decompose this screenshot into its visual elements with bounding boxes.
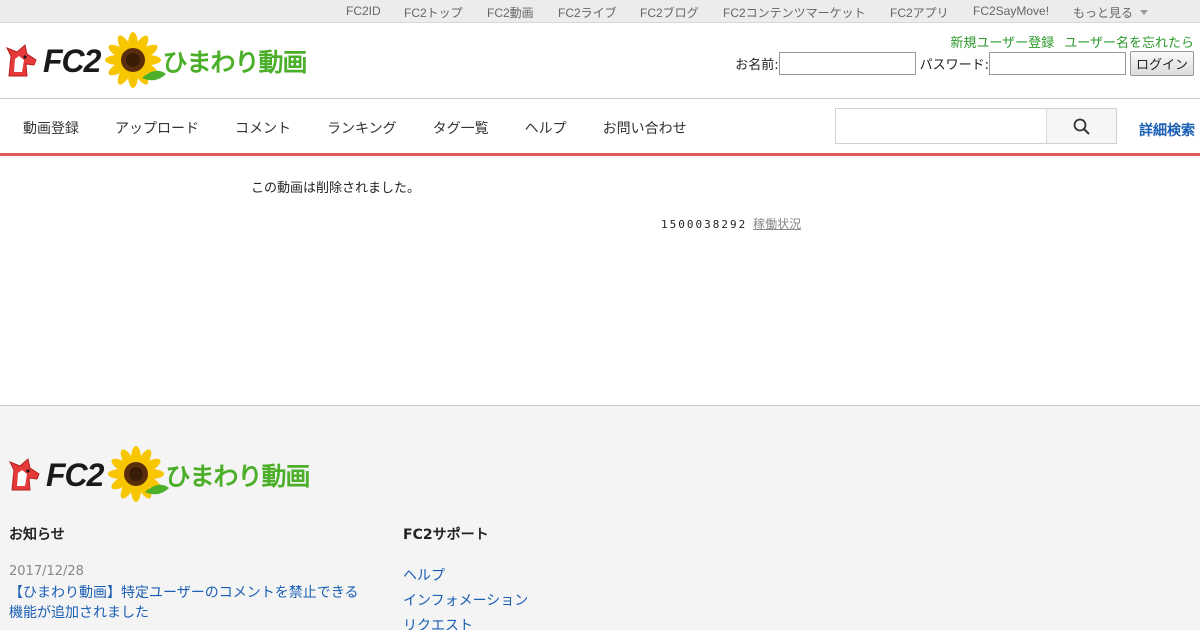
- support-link-request[interactable]: リクエスト: [403, 614, 528, 630]
- news-date: 2017/12/28: [9, 564, 84, 579]
- main-content: この動画は削除されました。 1500038292 稼働状況: [0, 156, 1200, 406]
- topbar-link-fc2blog[interactable]: FC2ブログ: [640, 4, 699, 21]
- topbar-link-fc2top[interactable]: FC2トップ: [404, 4, 463, 21]
- fc2-unicorn-icon: [5, 44, 37, 77]
- password-input[interactable]: [988, 52, 1126, 75]
- nav-item-upload[interactable]: アップロード: [115, 118, 199, 138]
- search-input[interactable]: [836, 109, 1046, 143]
- fc2-unicorn-icon: [8, 458, 40, 491]
- login-button[interactable]: ログイン: [1129, 51, 1194, 76]
- footer-logo[interactable]: FC2 ひまわり動画: [8, 446, 310, 504]
- account-links: 新規ユーザー登録 ユーザー名を忘れたら: [944, 32, 1194, 51]
- topbar-link-fc2saymove[interactable]: FC2SayMove!: [973, 4, 1049, 18]
- nav-item-register-video[interactable]: 動画登録: [23, 118, 79, 138]
- topbar-link-fc2live[interactable]: FC2ライブ: [558, 4, 617, 21]
- fc2-service-bar: FC2ID FC2トップ FC2動画 FC2ライブ FC2ブログ FC2コンテン…: [0, 0, 1200, 23]
- site-logo[interactable]: FC2 ひまわり動画: [5, 32, 307, 90]
- name-label: お名前:: [735, 58, 779, 73]
- topbar-link-fc2app[interactable]: FC2アプリ: [890, 4, 949, 21]
- news-item-link[interactable]: 【ひまわり動画】特定ユーザーのコメントを禁止できる機能が追加されました: [9, 583, 369, 623]
- site-name-text: ひまわり動画: [165, 462, 310, 491]
- video-deleted-message: この動画は削除されました。: [251, 181, 421, 196]
- search-icon: [1073, 118, 1090, 135]
- password-label: パスワード:: [919, 58, 989, 73]
- search-button[interactable]: [1046, 109, 1116, 143]
- site-header: FC2 ひまわり動画 新規ユーザー登録 ユーザー名を忘れたら お名前: パスワー…: [0, 23, 1200, 99]
- sunflower-icon: [105, 32, 167, 88]
- fc2-logo: FC2: [8, 456, 104, 494]
- status-link[interactable]: 稼働状況: [753, 217, 801, 231]
- support-link-help[interactable]: ヘルプ: [403, 564, 528, 589]
- support-links: ヘルプ インフォメーション リクエスト: [403, 564, 528, 630]
- login-form: お名前: パスワード: ログイン: [735, 51, 1194, 76]
- more-label: もっと見る: [1073, 6, 1134, 20]
- nav-item-help[interactable]: ヘルプ: [525, 118, 567, 138]
- register-link[interactable]: 新規ユーザー登録: [950, 36, 1054, 51]
- topbar-more-dropdown[interactable]: もっと見る: [1073, 4, 1149, 21]
- sunflower-icon: [108, 446, 170, 502]
- support-link-information[interactable]: インフォメーション: [403, 589, 528, 614]
- fc2-logo: FC2: [5, 42, 101, 80]
- username-input[interactable]: [778, 52, 916, 75]
- topbar-link-fc2video[interactable]: FC2動画: [487, 4, 534, 21]
- fc2-brand-text: FC2: [46, 456, 104, 493]
- server-status: 1500038292 稼働状況: [661, 215, 801, 232]
- site-name-text: ひまわり動画: [162, 48, 307, 77]
- chevron-down-icon: [1140, 10, 1149, 15]
- main-nav: 動画登録 アップロード コメント ランキング タグ一覧 ヘルプ お問い合わせ 詳…: [0, 99, 1200, 156]
- site-footer: FC2 ひまわり動画 お知らせ 2017/12/28 【ひまわり動画】特定ユーザ…: [0, 406, 1200, 630]
- advanced-search-link[interactable]: 詳細検索: [1139, 120, 1195, 140]
- status-number: 1500038292: [661, 218, 748, 231]
- support-heading: FC2サポート: [403, 527, 489, 543]
- topbar-link-fc2id[interactable]: FC2ID: [346, 4, 381, 18]
- search-box: [835, 108, 1117, 144]
- nav-item-contact[interactable]: お問い合わせ: [603, 118, 687, 138]
- fc2-brand-text: FC2: [43, 42, 101, 79]
- forgot-username-link[interactable]: ユーザー名を忘れたら: [1064, 36, 1194, 51]
- news-heading: お知らせ: [9, 527, 65, 543]
- topbar-link-fc2contents[interactable]: FC2コンテンツマーケット: [723, 4, 866, 21]
- nav-item-ranking[interactable]: ランキング: [327, 118, 397, 138]
- nav-item-comments[interactable]: コメント: [235, 118, 291, 138]
- nav-item-tags[interactable]: タグ一覧: [433, 118, 489, 138]
